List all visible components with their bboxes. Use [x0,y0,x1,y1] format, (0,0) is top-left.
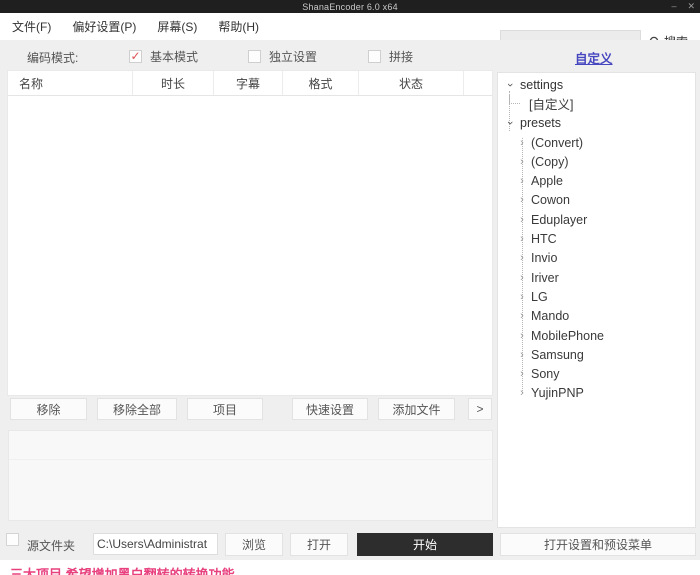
menu-help[interactable]: 帮助(H) [218,18,259,35]
source-folder-checkbox[interactable] [6,533,19,546]
chevron-down-icon[interactable]: › [504,80,516,90]
chevron-right-icon[interactable]: › [517,175,527,187]
chevron-right-icon[interactable]: › [517,272,527,284]
chevron-right-icon[interactable]: › [517,156,527,168]
chevron-right-icon[interactable]: › [517,194,527,206]
tree-item-mobilephone[interactable]: › MobilePhone [498,326,695,345]
tree-item-copy[interactable]: › (Copy) [498,152,695,171]
close-icon[interactable]: ✕ [687,0,695,13]
start-button[interactable]: 开始 [357,533,493,556]
expand-more-button[interactable]: > [468,398,492,420]
tree-rows: › settings [自定义] › presets › (Convert) ›… [498,75,695,403]
source-folder-label: 源文件夹 [27,537,75,554]
tree-item-htc[interactable]: › HTC [498,229,695,248]
file-list-header: 名称 时长 字幕 格式 状态 [8,71,492,96]
checkbox-concat[interactable]: 拼接 [368,48,413,65]
file-list-body [8,96,492,395]
checkbox-unchecked-icon [368,50,381,63]
menu-preferences[interactable]: 偏好设置(P) [72,18,136,35]
checkbox-independent-settings[interactable]: 独立设置 [248,48,317,65]
tree-item-yujinpnp[interactable]: › YujinPNP [498,384,695,403]
titlebar: ShanaEncoder 6.0 x64 – ✕ [0,0,700,13]
chevron-down-icon[interactable]: › [504,118,516,128]
open-settings-presets-menu-button[interactable]: 打开设置和预设菜单 [500,533,696,556]
window-title: ShanaEncoder 6.0 x64 [302,2,398,12]
browse-button[interactable]: 浏览 [225,533,283,556]
tree-item-lg[interactable]: › LG [498,287,695,306]
chevron-right-icon[interactable]: › [517,291,527,303]
checkbox-unchecked-icon [248,50,261,63]
menu-screen[interactable]: 屏幕(S) [157,18,197,35]
independent-settings-label: 独立设置 [269,48,317,65]
checkbox-basic-mode[interactable]: ✓ 基本模式 [129,48,198,65]
encoding-mode-row: 编码模式: ✓ 基本模式 独立设置 拼接 自定义 [0,40,700,70]
log-area [8,430,493,521]
tree-item-convert[interactable]: › (Convert) [498,133,695,152]
tree-item-settings[interactable]: › settings [498,75,695,94]
open-button[interactable]: 打开 [290,533,348,556]
tree-item-iriver[interactable]: › Iriver [498,268,695,287]
tree-item-invio[interactable]: › Invio [498,249,695,268]
output-path-input[interactable] [93,533,218,555]
add-file-button[interactable]: 添加文件 [378,398,455,420]
column-format[interactable]: 格式 [283,71,359,95]
quick-settings-button[interactable]: 快速设置 [292,398,368,420]
menu-items: 文件(F) 偏好设置(P) 屏幕(S) 帮助(H) [12,13,259,40]
column-subtitle[interactable]: 字幕 [214,71,283,95]
tree-item-sony[interactable]: › Sony [498,364,695,383]
status-bar: 三大项目 希望增加黑白翻转的转换功能 [0,560,700,575]
tree-item-custom[interactable]: [自定义] [498,94,695,113]
presets-tree-panel: › settings [自定义] › presets › (Convert) ›… [497,72,696,528]
bottom-bar: 源文件夹 浏览 打开 开始 打开设置和预设菜单 [0,528,700,560]
progress-area [9,431,492,460]
column-name[interactable]: 名称 [8,71,133,95]
chevron-right-icon[interactable]: › [517,137,527,149]
tree-item-presets[interactable]: › presets [498,114,695,133]
chevron-right-icon[interactable]: › [517,387,527,399]
window-controls: – ✕ [671,0,695,13]
chevron-right-icon[interactable]: › [517,233,527,245]
basic-mode-label: 基本模式 [150,48,198,65]
tree-item-mando[interactable]: › Mando [498,307,695,326]
tree-item-apple[interactable]: › Apple [498,171,695,190]
remove-all-button[interactable]: 移除全部 [97,398,177,420]
encoding-mode-label: 编码模式: [27,49,78,66]
minimize-icon[interactable]: – [671,0,676,13]
tree-item-eduplayer[interactable]: › Eduplayer [498,210,695,229]
project-button[interactable]: 项目 [187,398,263,420]
notice-text: 三大项目 希望增加黑白翻转的转换功能 [10,564,235,575]
chevron-right-icon[interactable]: › [517,349,527,361]
column-status[interactable]: 状态 [359,71,464,95]
chevron-right-icon[interactable]: › [517,252,527,264]
custom-link[interactable]: 自定义 [575,48,613,67]
column-duration[interactable]: 时长 [133,71,214,95]
tree-item-samsung[interactable]: › Samsung [498,345,695,364]
column-extra [464,71,492,95]
file-list-table: 名称 时长 字幕 格式 状态 [7,70,493,396]
chevron-right-icon[interactable]: › [517,368,527,380]
concat-label: 拼接 [389,48,413,65]
chevron-right-icon[interactable]: › [517,310,527,322]
menubar: 文件(F) 偏好设置(P) 屏幕(S) 帮助(H) 搜索 [0,13,700,40]
checkbox-checked-icon: ✓ [129,50,142,63]
tree-item-cowon[interactable]: › Cowon [498,191,695,210]
chevron-right-icon[interactable]: › [517,330,527,342]
app-window: ShanaEncoder 6.0 x64 – ✕ 文件(F) 偏好设置(P) 屏… [0,0,700,575]
chevron-right-icon[interactable]: › [517,214,527,226]
menu-file[interactable]: 文件(F) [12,18,51,35]
remove-button[interactable]: 移除 [10,398,87,420]
